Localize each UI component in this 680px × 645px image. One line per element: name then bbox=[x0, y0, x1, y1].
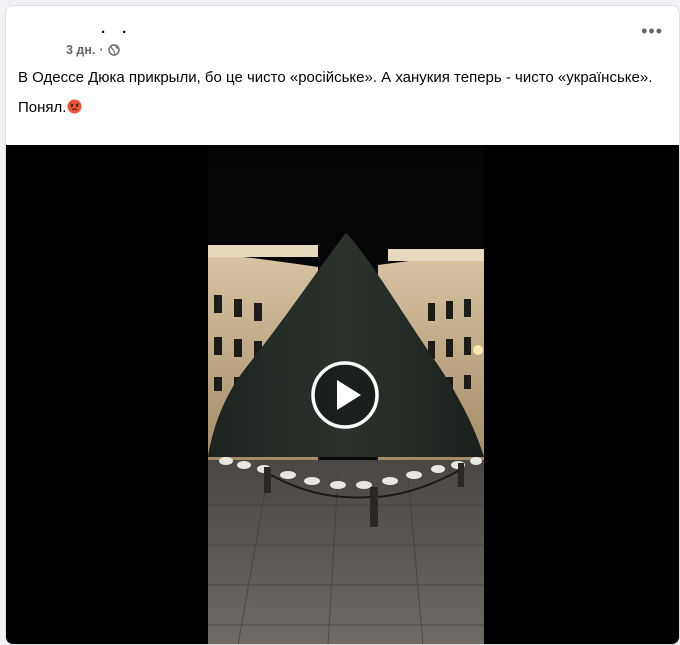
post-text-paragraph-2: Понял. bbox=[18, 98, 658, 118]
post-header: · · 3 дн. · ••• bbox=[6, 6, 679, 66]
post-text-line-2: Понял. bbox=[18, 99, 67, 116]
post-text: В Одессе Дюка прикрыли, бо це чисто «рос… bbox=[18, 68, 658, 128]
post-text-paragraph-1: В Одессе Дюка прикрыли, бо це чисто «рос… bbox=[18, 69, 653, 86]
video-player[interactable] bbox=[6, 145, 679, 644]
post-meta: 3 дн. · bbox=[66, 43, 120, 57]
post-time[interactable]: 3 дн. bbox=[66, 43, 95, 57]
author-name[interactable]: · · bbox=[101, 24, 133, 41]
more-options-button[interactable]: ••• bbox=[641, 22, 663, 40]
post-card: · · 3 дн. · ••• В Одессе Дюка прикрыли, … bbox=[5, 5, 680, 645]
meta-separator: · bbox=[99, 43, 104, 57]
play-button[interactable] bbox=[310, 360, 380, 430]
more-horizontal-icon: ••• bbox=[641, 21, 663, 41]
angry-face-emoji bbox=[67, 99, 82, 114]
globe-icon[interactable] bbox=[107, 44, 120, 56]
play-icon bbox=[311, 361, 379, 429]
